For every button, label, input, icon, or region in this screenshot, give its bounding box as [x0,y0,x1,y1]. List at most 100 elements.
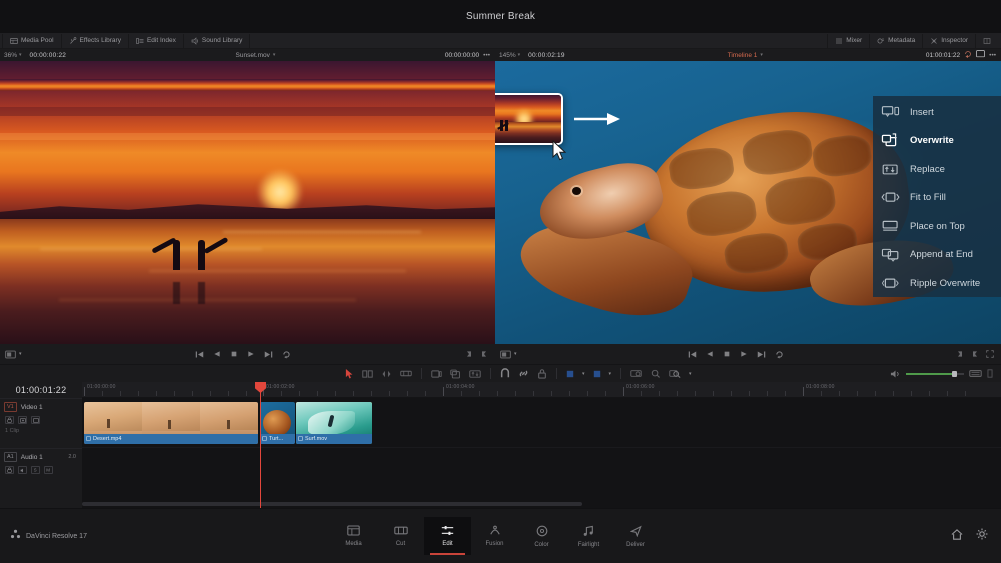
selection-tool-button[interactable] [345,368,354,379]
track-mute-icon[interactable]: M [44,466,53,474]
mark-out-icon[interactable] [480,350,488,358]
flag-color-button[interactable] [593,370,601,378]
zoom-fit-icon[interactable] [630,369,642,378]
page-button-fusion[interactable]: Fusion [471,517,518,555]
loop-icon[interactable] [964,50,972,60]
media-pool-button[interactable]: Media Pool [2,33,62,48]
jump-to-end-button[interactable] [757,350,766,359]
menu-item-ripple-overwrite[interactable]: Ripple Overwrite [873,269,1001,298]
page-button-media[interactable]: Media [330,517,377,555]
play-forward-button[interactable] [247,350,255,358]
menu-item-place-on-top[interactable]: Place on Top [873,212,1001,241]
track-lock-icon[interactable] [5,466,14,474]
track-lock-icon[interactable] [5,416,14,424]
linked-selection-icon[interactable] [518,368,529,379]
zoom-out-icon[interactable] [650,369,661,378]
track-header-v1[interactable]: V1 Video 1 1 Clip [0,398,82,448]
play-reverse-button[interactable] [213,350,221,358]
page-button-color[interactable]: Color [518,517,565,555]
chevron-down-icon[interactable]: ▾ [19,351,22,357]
timeline-options-button[interactable]: ••• [989,52,996,59]
zoom-in-icon[interactable] [669,369,681,378]
timeline-panel[interactable]: 01:00:01:22 V1 Video 1 1 Clip A1 Audio 1… [0,382,1001,508]
timeline-zoom-control[interactable]: 145% ▾ [495,52,520,59]
page-button-fairlight[interactable]: Fairlight [565,517,612,555]
page-button-cut[interactable]: Cut [377,517,424,555]
menu-item-insert[interactable]: Insert [873,98,1001,127]
timeline-clip-surf[interactable]: Surf.mov [296,402,372,444]
timeline-clip-desert[interactable]: Desert.mp4 [84,402,258,444]
video-track-v1[interactable]: Desert.mp4 Turt... Surf.mov [82,398,1001,448]
track-id-badge[interactable]: V1 [4,402,17,412]
edit-overlay-menu[interactable]: Insert Overwrite Replace Fit to Fill Pla… [873,96,1001,297]
page-button-edit[interactable]: Edit [424,517,471,555]
menu-item-fit-to-fill[interactable]: Fit to Fill [873,184,1001,213]
source-zoom-control[interactable]: 36% ▾ [0,52,22,59]
settings-gear-icon[interactable] [976,527,988,545]
overwrite-clip-button[interactable] [450,369,461,379]
source-options-button[interactable]: ••• [483,52,490,59]
track-display-toggle-icon[interactable] [31,416,40,424]
play-reverse-button[interactable] [706,350,714,358]
track-id-badge[interactable]: A1 [4,452,17,462]
marker-color-button[interactable] [566,370,574,378]
mark-out-icon[interactable] [971,350,979,358]
jump-to-end-button[interactable] [264,350,273,359]
play-forward-button[interactable] [740,350,748,358]
sound-library-button[interactable]: Sound Library [184,33,251,48]
timeline-ruler[interactable]: 01:00:00:00 01:00:02:00 01:00:04:00 01:0… [82,382,1001,398]
fullscreen-icon[interactable] [986,350,994,358]
jump-to-start-button[interactable] [688,350,697,359]
chevron-down-icon[interactable]: ▾ [609,371,612,377]
trim-edit-tool-button[interactable] [362,369,373,379]
chevron-down-icon[interactable]: ▾ [514,351,517,357]
menu-item-replace[interactable]: Replace [873,155,1001,184]
mark-in-icon[interactable] [956,350,964,358]
timeline-clip-turtle[interactable]: Turt... [260,402,295,444]
jump-to-start-button[interactable] [195,350,204,359]
layout-preset-button[interactable] [975,33,998,48]
dynamic-trim-button[interactable] [381,369,392,379]
chevron-down-icon[interactable]: ▾ [582,371,585,377]
audio-meters-icon[interactable] [969,369,982,378]
track-solo-icon[interactable]: S [31,466,40,474]
timeline-horizontal-scrollbar[interactable] [82,502,582,506]
chevron-down-icon[interactable]: ▾ [689,371,692,377]
track-video-toggle-icon[interactable] [18,416,27,424]
menu-item-overwrite[interactable]: Overwrite [873,127,1001,156]
track-audio-toggle-icon[interactable] [18,466,27,474]
drag-ghost-thumbnail[interactable] [495,93,563,145]
volume-slider[interactable] [906,370,964,377]
track-header-a1[interactable]: A1 Audio 1 2.0 S M [0,448,82,488]
mixer-button[interactable]: Mixer [827,33,869,48]
timeline-selector[interactable]: Timeline 1 ▾ [565,52,926,59]
effects-library-button[interactable]: Effects Library [62,33,129,48]
stop-button[interactable] [230,350,238,358]
edit-index-button[interactable]: Edit Index [129,33,184,48]
home-icon[interactable] [951,527,963,545]
page-button-deliver[interactable]: Deliver [612,517,659,555]
insert-clip-button[interactable] [431,369,442,379]
viewer-mode-icon[interactable] [976,50,985,60]
audio-track-a1[interactable] [82,448,1001,488]
inspector-button[interactable]: Inspector [922,33,975,48]
stop-button[interactable] [723,350,731,358]
loop-playback-button[interactable] [775,350,784,359]
flag-lock-icon[interactable] [537,368,547,379]
timeline-options-menu-icon[interactable] [987,369,993,378]
timeline-tracks-area[interactable]: 01:00:00:00 01:00:02:00 01:00:04:00 01:0… [82,382,1001,508]
timeline-view-mode-icon[interactable] [500,350,511,359]
menu-item-append-at-end[interactable]: Append at End [873,241,1001,270]
loop-playback-button[interactable] [282,350,291,359]
replace-clip-button[interactable] [469,369,481,379]
speaker-volume-icon[interactable] [890,369,901,379]
source-viewer[interactable] [0,61,495,344]
razor-tool-button[interactable] [400,369,412,378]
timeline-playhead[interactable] [255,382,266,508]
source-view-mode-icon[interactable] [5,350,16,359]
mark-in-icon[interactable] [465,350,473,358]
metadata-button[interactable]: Metadata [869,33,922,48]
source-clip-selector[interactable]: Sunset.mov ▾ [66,52,445,59]
volume-slider-knob[interactable] [952,370,957,377]
snapping-magnet-icon[interactable] [500,368,510,379]
